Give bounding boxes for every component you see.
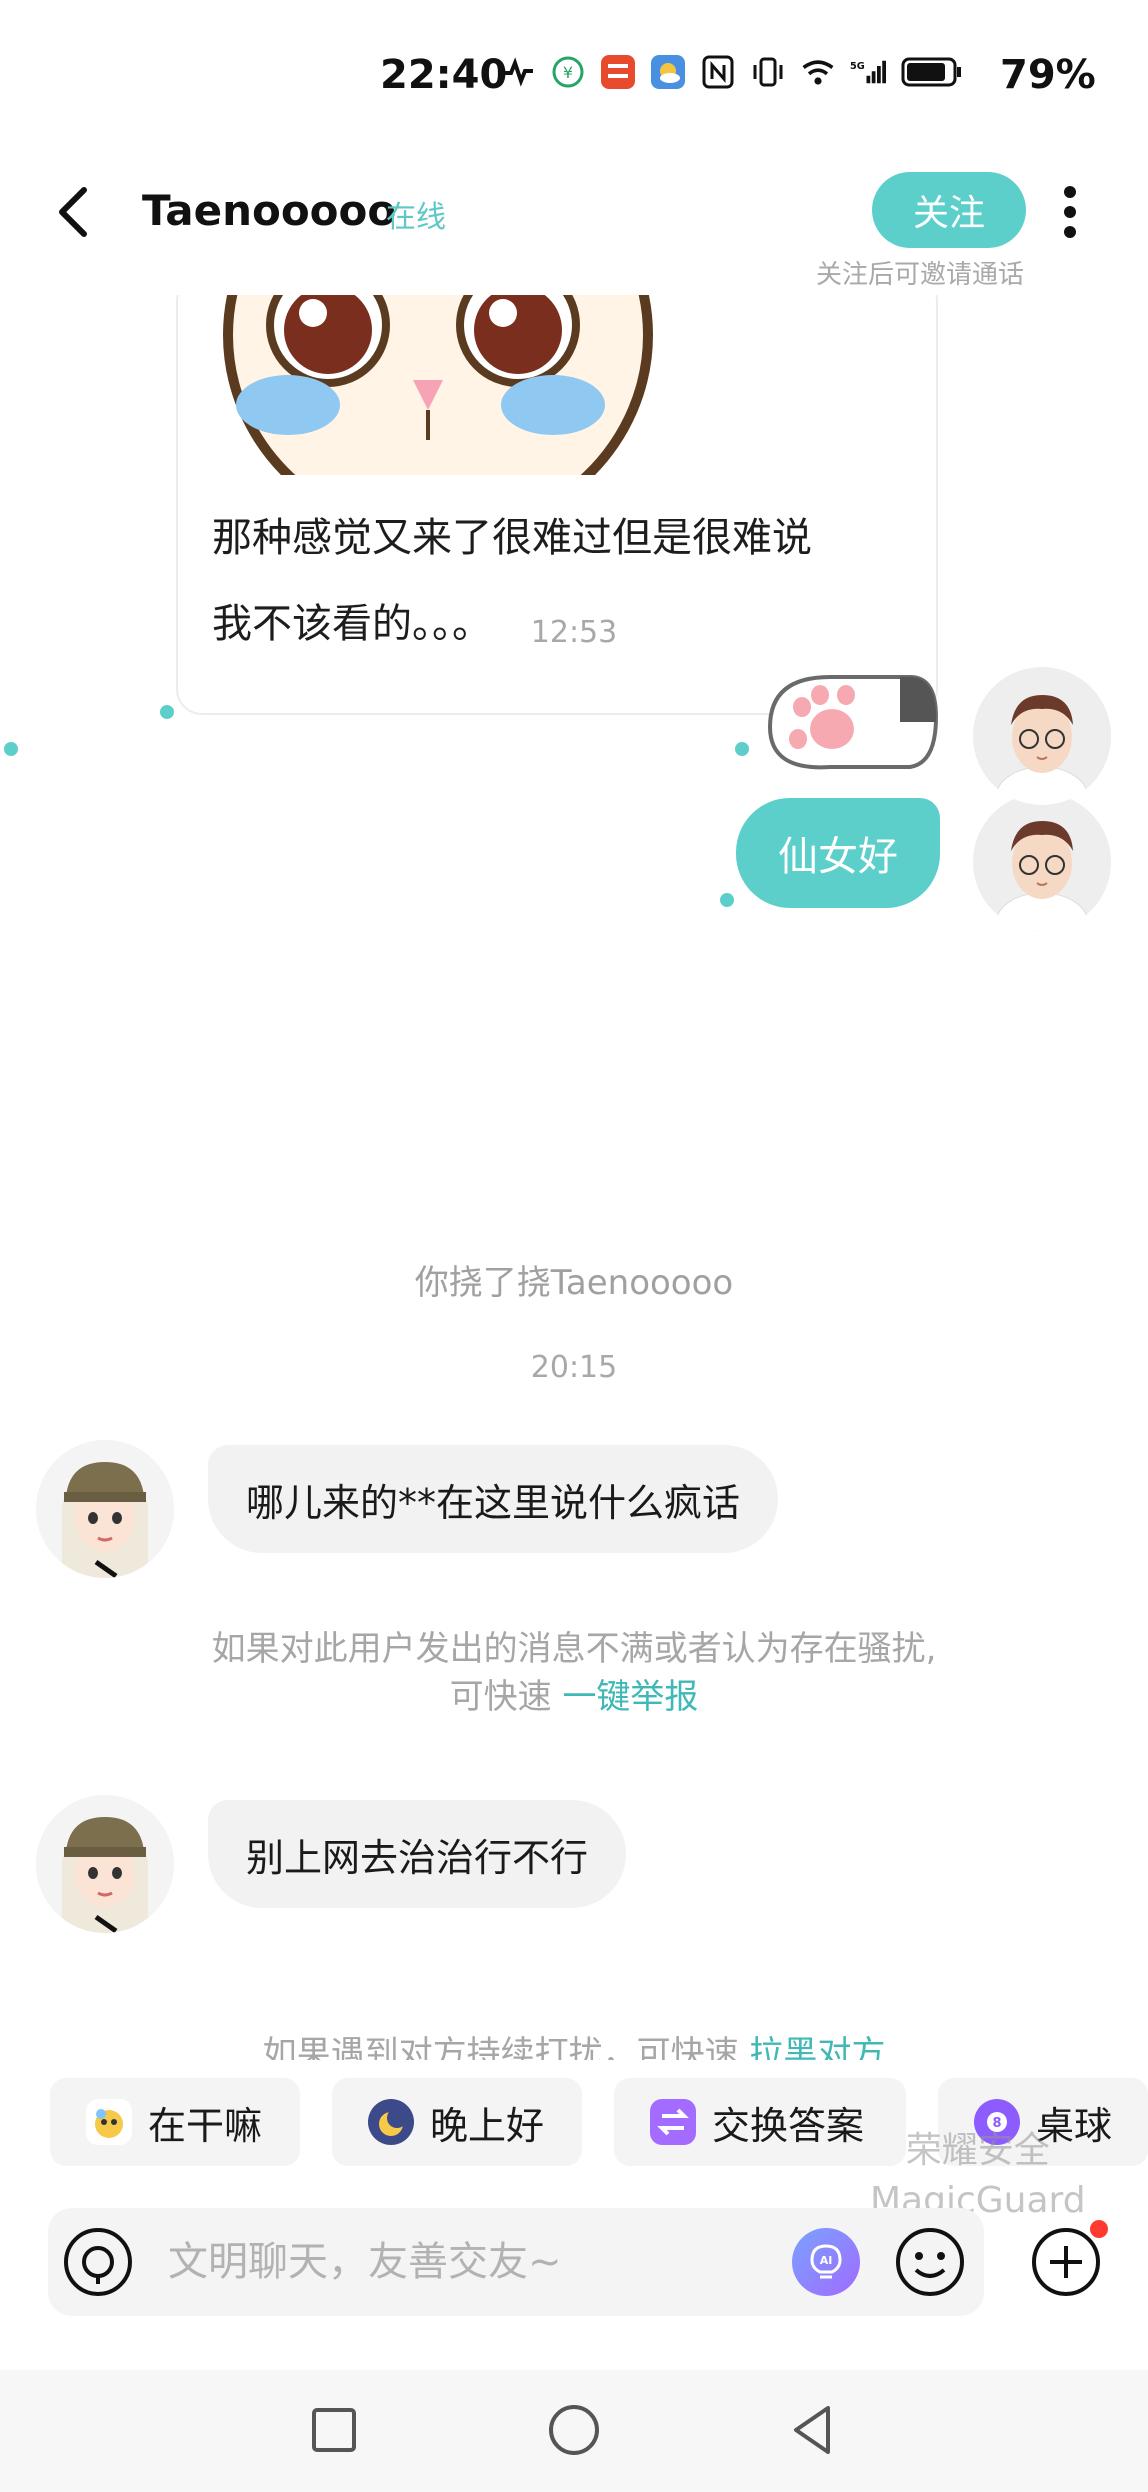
quick-reply-chip[interactable]: 交换答案	[614, 2078, 906, 2166]
back-nav-button[interactable]	[782, 2398, 846, 2462]
follow-button[interactable]: 关注	[872, 172, 1026, 248]
moon-icon	[368, 2099, 414, 2145]
outgoing-message-bubble[interactable]: 仙女好	[736, 798, 940, 908]
message-input[interactable]	[168, 2208, 818, 2316]
recent-apps-button[interactable]	[302, 2398, 366, 2462]
heartbeat-icon	[500, 54, 536, 90]
incoming-message-bubble[interactable]: 别上网去治治行不行	[208, 1800, 627, 1908]
triangle-back-icon	[794, 2406, 830, 2454]
follow-hint: 关注后可邀请通话	[816, 260, 1025, 290]
emoji-sticker-icon	[86, 2099, 132, 2145]
block-notice: 如果遇到对方持续打扰，可快速 拉黑对方	[0, 2030, 1148, 2060]
watermark-line: 荣耀安全	[905, 2130, 1050, 2171]
quick-reply-label: 晚上好	[430, 2103, 545, 2148]
exchange-icon	[650, 2099, 696, 2145]
read-indicator-dot	[735, 742, 749, 756]
circle-icon	[549, 2405, 599, 2455]
incoming-message-bubble[interactable]: 哪儿来的**在这里说什么疯话	[208, 1445, 779, 1553]
chat-area[interactable]: 那种感觉又来了很难过但是很难说 我不该看的。。。 仙女好 12:53 你挠了挠T…	[0, 295, 1148, 2060]
report-link[interactable]: 一键举报	[562, 1677, 698, 1717]
my-avatar[interactable]	[973, 793, 1111, 931]
back-button[interactable]	[48, 180, 104, 244]
home-button[interactable]	[542, 2398, 606, 2462]
quick-reply-label: 交换答案	[712, 2103, 865, 2148]
bank-app-icon	[600, 54, 636, 90]
battery-icon	[900, 54, 964, 90]
read-indicator-dot	[160, 705, 174, 719]
quick-reply-chip[interactable]: 晚上好	[332, 2078, 582, 2166]
block-link[interactable]: 拉黑对方	[749, 2034, 885, 2060]
voice-input-button[interactable]	[62, 2226, 134, 2298]
crying-cat-sticker	[218, 295, 658, 475]
wifi-icon	[800, 54, 836, 90]
my-avatar[interactable]	[973, 667, 1111, 805]
contact-avatar[interactable]	[36, 1440, 174, 1578]
vibrate-icon	[750, 54, 786, 90]
time-divider: 20:15	[530, 1350, 618, 1385]
more-vertical-icon	[1064, 186, 1076, 238]
cat-paw-sticker[interactable]	[750, 667, 940, 787]
more-button[interactable]	[1052, 180, 1088, 244]
chat-header: Taenooooo 在线 关注 关注后可邀请通话	[0, 150, 1148, 295]
notification-dot	[1090, 2220, 1108, 2238]
read-indicator-dot	[4, 742, 18, 756]
more-actions-button[interactable]	[1030, 2226, 1102, 2298]
svg-text:¥: ¥	[563, 63, 573, 82]
message-input-bar: AI	[48, 2208, 984, 2316]
report-notice-text: 如果对此用户发出的消息不满或者认为存在骚扰,	[211, 1629, 937, 1669]
online-status: 在线	[386, 200, 446, 235]
quick-reply-label: 在干嘛	[148, 2103, 263, 2148]
emoji-button[interactable]	[894, 2226, 966, 2298]
battery-percentage: 79%	[1000, 52, 1096, 98]
chevron-left-icon	[59, 187, 87, 237]
status-time: 22:40	[380, 52, 508, 98]
poke-notice: 你挠了挠Taenooooo	[414, 1263, 734, 1303]
ai-bulb-icon: AI	[810, 2244, 842, 2279]
status-bar: 22:40 ¥ 5G 79%	[0, 0, 1148, 150]
plus-icon	[1032, 2228, 1100, 2296]
report-notice-prefix: 可快速	[449, 1677, 563, 1717]
quick-reply-chip[interactable]: 在干嘛	[50, 2078, 300, 2166]
square-icon	[312, 2408, 356, 2452]
status-icons: ¥ 5G	[500, 54, 964, 90]
voice-icon	[64, 2228, 132, 2296]
system-navigation-bar	[0, 2370, 1148, 2492]
svg-text:AI: AI	[820, 2254, 833, 2267]
message-card[interactable]: 那种感觉又来了很难过但是很难说 我不该看的。。。	[176, 295, 938, 715]
contact-name: Taenooooo	[142, 186, 397, 235]
wallet-icon: ¥	[550, 54, 586, 90]
block-notice-prefix: 如果遇到对方持续打扰，可快速	[262, 2034, 750, 2060]
read-indicator-dot	[720, 893, 734, 907]
time-divider: 12:53	[530, 615, 618, 650]
smiley-icon	[896, 2228, 964, 2296]
signal-5g-icon: 5G	[850, 54, 886, 90]
nfc-icon	[700, 54, 736, 90]
contact-avatar[interactable]	[36, 1795, 174, 1933]
report-notice: 如果对此用户发出的消息不满或者认为存在骚扰, 可快速 一键举报	[0, 1625, 1148, 1721]
weather-icon	[650, 54, 686, 90]
svg-text:5G: 5G	[850, 61, 865, 72]
ai-assistant-button[interactable]: AI	[792, 2228, 860, 2296]
